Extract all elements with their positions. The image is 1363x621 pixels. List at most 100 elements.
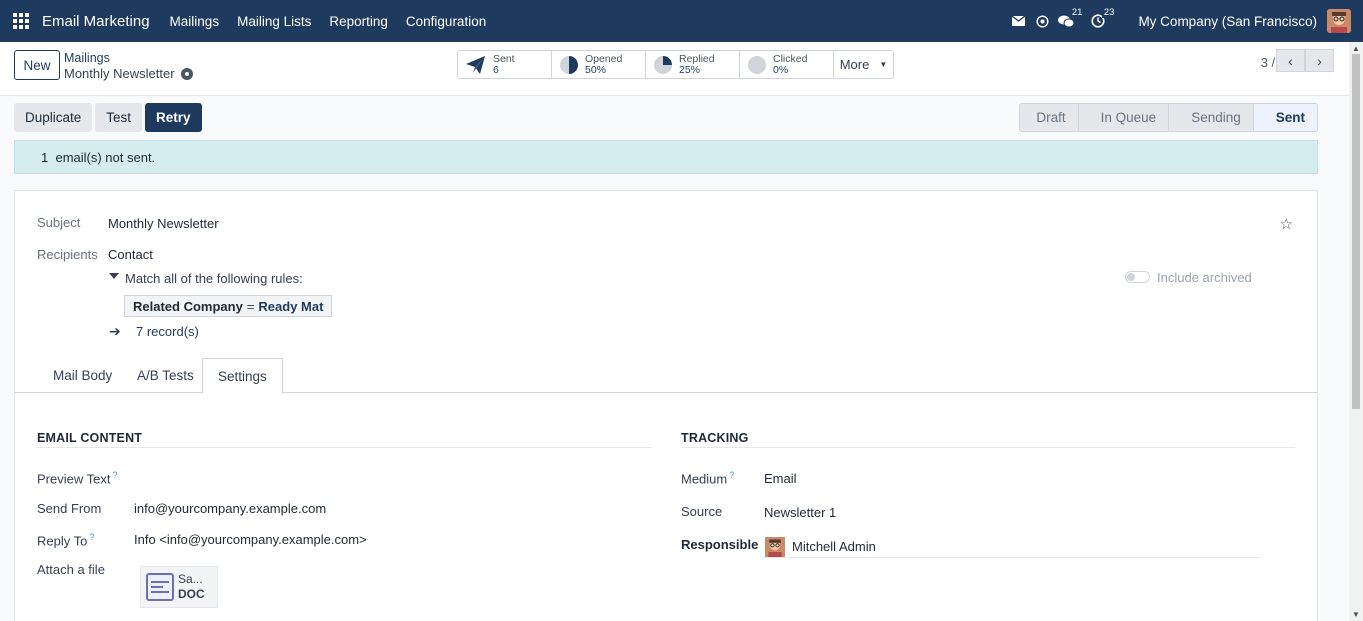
- more-button[interactable]: More ▼: [834, 51, 893, 78]
- help-icon[interactable]: ?: [112, 470, 117, 480]
- stage-sent[interactable]: Sent: [1253, 104, 1317, 131]
- user-avatar[interactable]: [1327, 9, 1351, 33]
- caret-down-icon[interactable]: [109, 273, 119, 279]
- medium-field[interactable]: Email: [764, 471, 797, 486]
- send-from-label: Send From: [37, 501, 102, 516]
- activity-badge: 23: [1101, 7, 1117, 18]
- chat-badge: 21: [1069, 7, 1085, 18]
- scroll-down-icon[interactable]: ▼: [1352, 610, 1360, 619]
- stat-clicked-button[interactable]: Clicked 0%: [740, 51, 834, 78]
- chat-icon[interactable]: 21: [1056, 7, 1085, 31]
- form-action-buttons: Duplicate Test Retry: [14, 103, 202, 132]
- tab-settings[interactable]: Settings: [202, 358, 283, 394]
- main-menu: Mailings Mailing Lists Reporting Configu…: [161, 14, 496, 29]
- stage-sending[interactable]: Sending: [1169, 104, 1254, 131]
- records-count-link[interactable]: 7 record(s): [136, 324, 199, 339]
- help-icon[interactable]: ?: [729, 470, 734, 480]
- stat-sent-value: 6: [493, 63, 499, 76]
- star-icon[interactable]: ☆: [1280, 215, 1293, 233]
- new-button[interactable]: New: [14, 50, 60, 80]
- alert-message: email(s) not sent.: [55, 149, 156, 165]
- responsible-avatar: [765, 537, 785, 557]
- not-sent-alert: 1 email(s) not sent.: [14, 140, 1318, 174]
- stat-opened-value: 50%: [585, 63, 607, 76]
- preview-text-label: Preview Text?: [37, 470, 118, 487]
- company-switcher[interactable]: My Company (San Francisco): [1138, 14, 1317, 29]
- status-bar: Draft In Queue Sending Sent: [1019, 103, 1318, 132]
- chevron-left-icon: ‹: [1288, 52, 1293, 69]
- page-scrollbar[interactable]: ▲ ▼: [1349, 42, 1363, 621]
- menu-item-reporting[interactable]: Reporting: [320, 14, 397, 29]
- subject-field[interactable]: Monthly Newsletter: [108, 216, 219, 231]
- rule-operator: =: [246, 298, 255, 314]
- opened-pie-icon: [560, 55, 578, 74]
- replied-pie-icon: [654, 55, 672, 74]
- include-archived-toggle[interactable]: [1125, 271, 1150, 283]
- stat-clicked-value: 0%: [773, 63, 789, 76]
- more-label: More: [839, 57, 870, 72]
- tab-ab-tests[interactable]: A/B Tests: [122, 358, 209, 393]
- envelope-icon[interactable]: [1008, 11, 1028, 31]
- clicked-pie-icon: [748, 55, 766, 74]
- retry-button[interactable]: Retry: [145, 103, 202, 132]
- subject-label: Subject: [37, 215, 81, 230]
- navbar-systray: 21 23 My Company (San Francisco): [1008, 0, 1363, 42]
- stat-opened-label: Opened: [585, 52, 623, 65]
- responsible-label: Responsible: [681, 537, 759, 552]
- stage-draft[interactable]: Draft: [1020, 104, 1079, 131]
- gear-icon[interactable]: [180, 67, 193, 80]
- medium-label: Medium?: [681, 470, 735, 487]
- menu-item-configuration[interactable]: Configuration: [397, 14, 495, 29]
- breadcrumb-mailings[interactable]: Mailings: [64, 51, 110, 65]
- stat-buttons: Sent 6 Opened 50% Replied 25% Clicked 0%: [457, 50, 894, 79]
- alert-count: 1: [41, 149, 49, 165]
- stage-in-queue[interactable]: In Queue: [1079, 104, 1170, 131]
- duplicate-button[interactable]: Duplicate: [14, 103, 93, 132]
- attachment-type: DOC: [178, 587, 205, 601]
- attach-file-label: Attach a file: [37, 562, 105, 577]
- menu-item-mailing-lists[interactable]: Mailing Lists: [228, 14, 320, 29]
- test-button[interactable]: Test: [95, 103, 143, 132]
- preview-text-field[interactable]: [134, 470, 634, 486]
- stat-clicked-label: Clicked: [773, 52, 808, 65]
- pager-buttons: ‹ ›: [1276, 49, 1334, 72]
- email-content-title: EMAIL CONTENT: [37, 431, 143, 445]
- control-panel: New Mailings Monthly Newsletter Sent 6 O…: [0, 42, 1363, 96]
- help-icon[interactable]: ?: [89, 532, 94, 542]
- top-navbar: Email Marketing Mailings Mailing Lists R…: [0, 0, 1363, 42]
- arrow-right-icon: ➔: [109, 323, 121, 339]
- recipients-label: Recipients: [37, 247, 98, 262]
- responsible-field[interactable]: Mitchell Admin: [792, 539, 876, 554]
- stat-sent-button[interactable]: Sent 6: [458, 51, 552, 78]
- pager-next-button[interactable]: ›: [1305, 49, 1334, 72]
- chevron-right-icon: ›: [1317, 52, 1322, 69]
- menu-item-mailings[interactable]: Mailings: [161, 14, 229, 29]
- stat-replied-label: Replied: [679, 52, 715, 65]
- apps-menu-icon[interactable]: [13, 13, 29, 29]
- source-label: Source: [681, 504, 723, 519]
- clock-icon[interactable]: 23: [1088, 7, 1117, 31]
- tab-mail-body[interactable]: Mail Body: [38, 358, 127, 393]
- attachment-card[interactable]: Sa... DOC: [140, 566, 218, 608]
- source-field[interactable]: Newsletter 1: [764, 505, 836, 520]
- paper-plane-icon: [466, 55, 485, 74]
- whatsapp-icon[interactable]: [1032, 11, 1052, 31]
- reply-to-field[interactable]: Info <info@yourcompany.example.com>: [134, 532, 367, 547]
- form-sheet: Subject Monthly Newsletter ☆ Recipients …: [14, 190, 1318, 621]
- rule-value: Ready Mat: [258, 298, 324, 314]
- scroll-up-icon[interactable]: ▲: [1352, 44, 1360, 53]
- tracking-title: TRACKING: [681, 431, 749, 445]
- domain-rule[interactable]: Related Company = Ready Mat: [124, 295, 333, 317]
- app-name[interactable]: Email Marketing: [42, 13, 150, 30]
- pager-previous-button[interactable]: ‹: [1276, 49, 1305, 72]
- reply-to-label: Reply To?: [37, 532, 95, 549]
- scroll-thumb[interactable]: [1352, 54, 1360, 409]
- stat-replied-button[interactable]: Replied 25%: [646, 51, 740, 78]
- recipients-model-field[interactable]: Contact: [108, 247, 153, 262]
- send-from-field[interactable]: info@yourcompany.example.com: [134, 501, 326, 516]
- stat-opened-button[interactable]: Opened 50%: [552, 51, 646, 78]
- tracking-divider: [681, 447, 1295, 448]
- email-content-divider: [37, 447, 652, 448]
- record-title: Monthly Newsletter: [64, 66, 193, 81]
- match-rules-label: Match all of the following rules:: [125, 271, 303, 286]
